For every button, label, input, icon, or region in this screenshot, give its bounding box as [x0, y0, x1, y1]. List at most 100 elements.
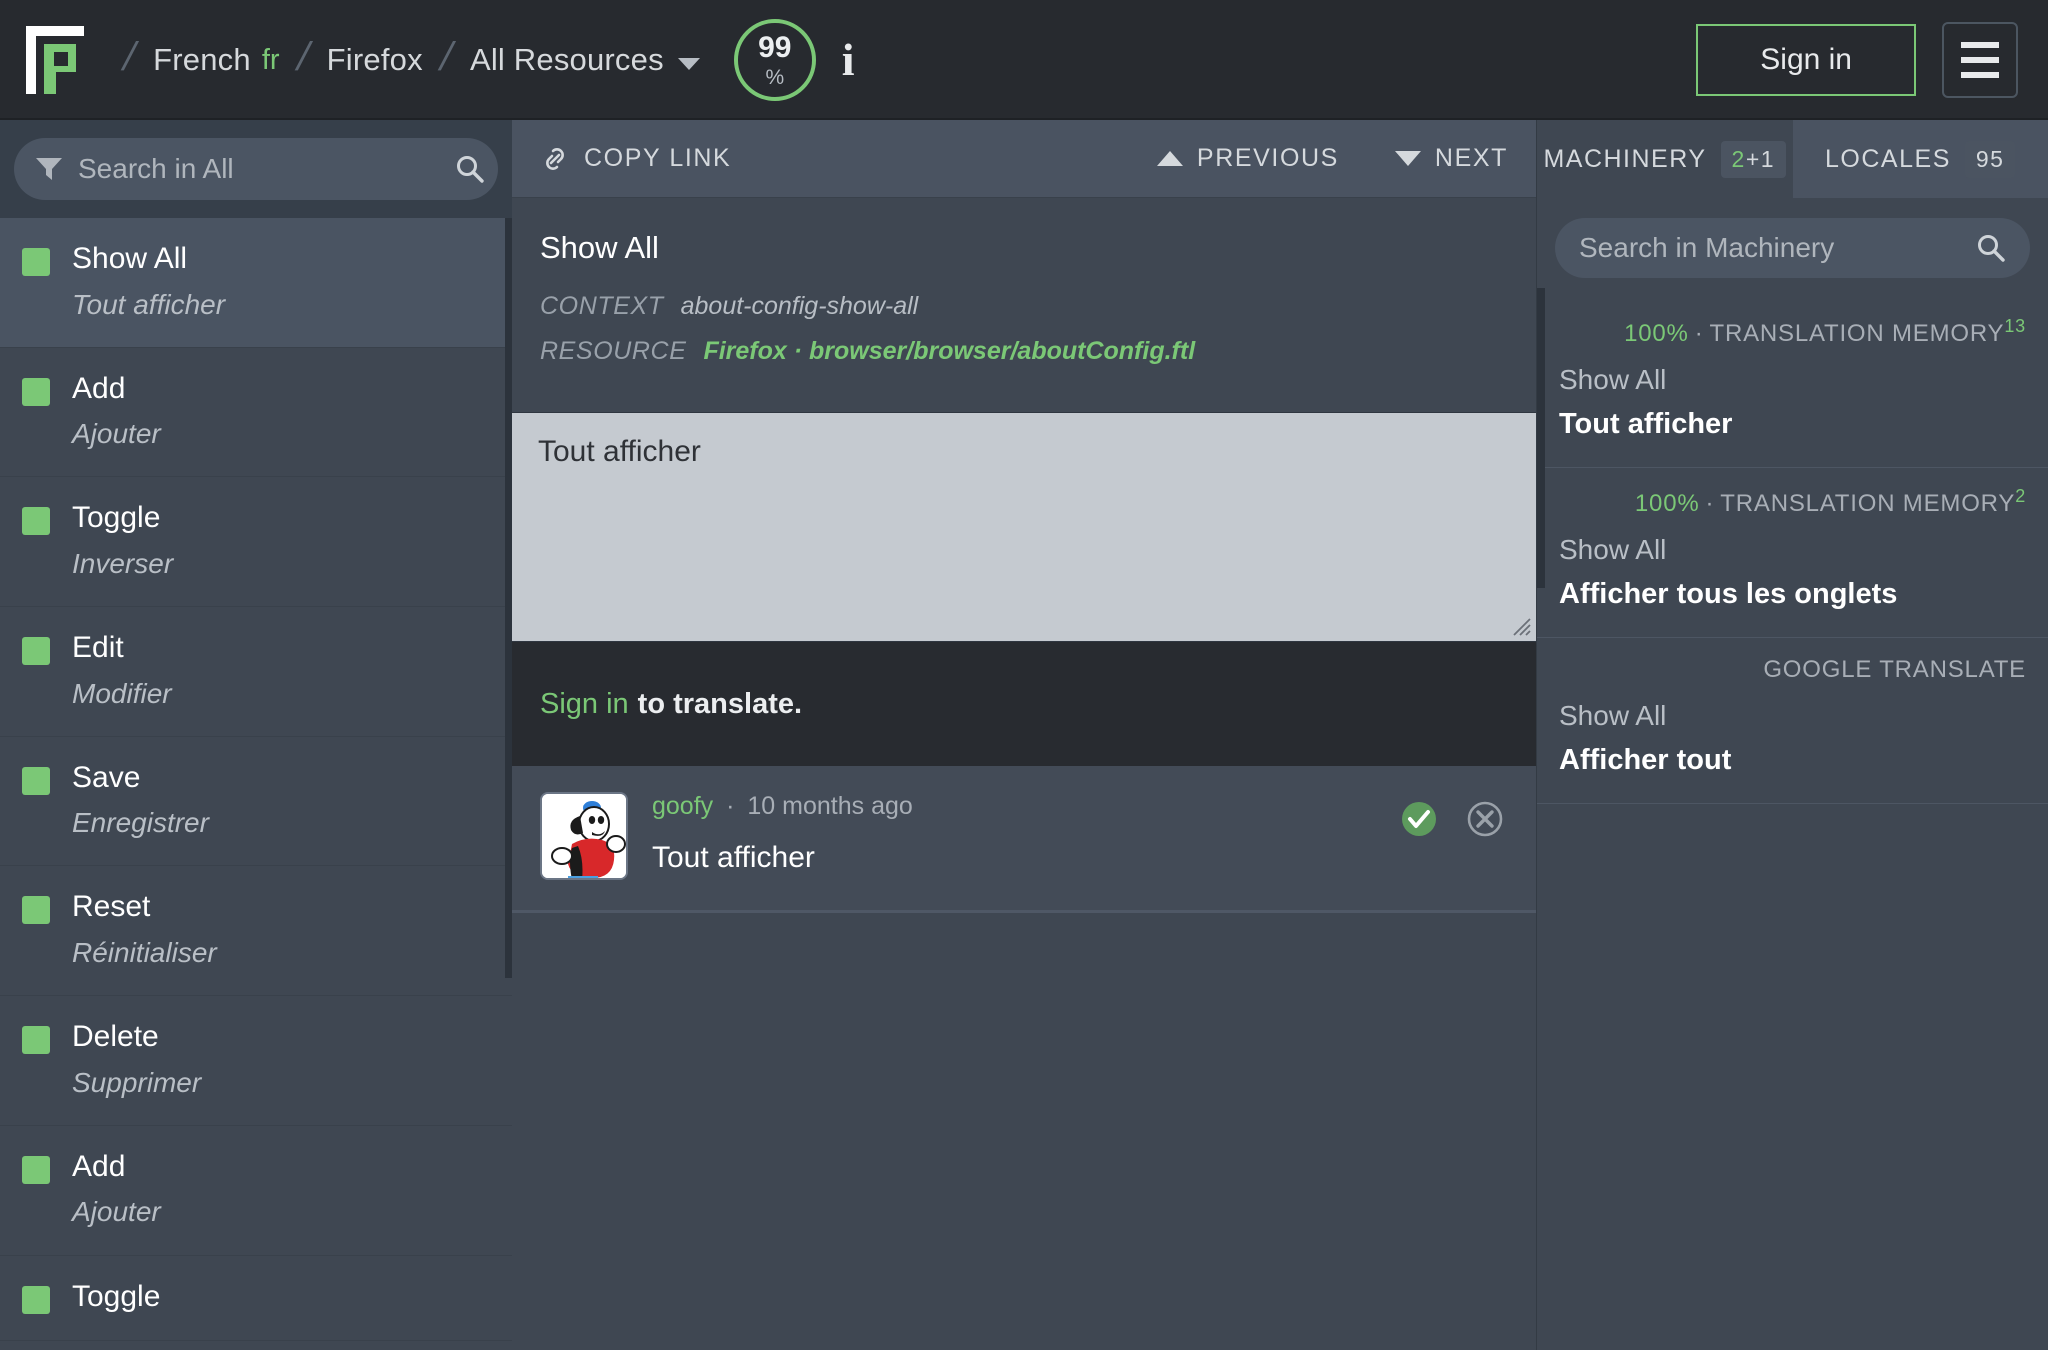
machinery-source-name: TRANSLATION MEMORY — [1709, 320, 2004, 347]
entity-list-item[interactable]: Reset Réinitialiser — [0, 866, 512, 996]
machinery-search-input[interactable] — [1579, 232, 1976, 264]
entity-source-row: Show All — [22, 242, 490, 277]
entity-list-item[interactable]: Show AllTout afficher — [0, 218, 512, 348]
entity-source-row: Edit — [22, 631, 490, 666]
status-swatch — [22, 1026, 50, 1054]
helpers-panel: MACHINERY 2+1 LOCALES 95 100%·TRANSLATIO… — [1536, 120, 2048, 1350]
entity-translation-text: Enregistrer — [72, 807, 490, 839]
entity-translation-text: Inverser — [72, 548, 490, 580]
pontoon-logo[interactable] — [22, 22, 88, 98]
next-label: NEXT — [1435, 144, 1508, 173]
breadcrumb-item-resource[interactable]: All Resources — [470, 42, 664, 78]
header-actions: Sign in — [1696, 22, 2018, 98]
status-swatch — [22, 507, 50, 535]
metadata-value-link[interactable]: Firefox · browser/browser/aboutConfig.ft… — [703, 337, 1195, 365]
next-button[interactable]: NEXT — [1395, 144, 1508, 173]
tab-locales[interactable]: LOCALES 95 — [1793, 120, 2048, 198]
progress-indicator[interactable]: 99 % — [734, 19, 816, 101]
entity-list-item[interactable]: EditModifier — [0, 607, 512, 737]
machinery-scrollbar[interactable] — [1537, 288, 1545, 588]
x-circle-icon[interactable] — [1462, 796, 1508, 842]
entity-list-item[interactable]: Toggle Inverser — [0, 477, 512, 607]
breadcrumb-item-project[interactable]: Firefox — [327, 42, 423, 78]
entity-list-item[interactable]: DeleteSupprimer — [0, 996, 512, 1126]
sign-in-button[interactable]: Sign in — [1696, 24, 1916, 96]
status-swatch — [22, 1156, 50, 1184]
entity-source-row: Save — [22, 761, 490, 796]
entity-translation-text: Réinitialiser — [72, 937, 490, 969]
sidebar-scrollbar[interactable] — [505, 218, 512, 1350]
sign-in-notice-text: to translate. — [638, 688, 802, 721]
status-swatch — [22, 248, 50, 276]
tab-locales-badge: 95 — [1965, 141, 2016, 178]
badge-highlight: 2 — [1732, 146, 1746, 172]
main-content: Show AllTout afficher Add Ajouter Toggle Inv… — [0, 120, 2048, 1350]
history-user[interactable]: goofy — [652, 792, 713, 820]
tab-machinery-label: MACHINERY — [1543, 145, 1706, 174]
info-icon[interactable]: i — [842, 37, 855, 83]
history-separator: · — [726, 792, 734, 820]
metadata-label: RESOURCE — [540, 337, 687, 365]
search-icon[interactable] — [1976, 233, 2006, 263]
sidebar-search-bar[interactable] — [14, 138, 498, 200]
search-icon[interactable] — [455, 154, 485, 184]
breadcrumb: / French fr / Firefox / All Resources — [106, 40, 700, 80]
machinery-original: Show All — [1559, 534, 2026, 566]
search-input[interactable] — [78, 153, 439, 185]
entity-translation-text: Ajouter — [72, 418, 490, 450]
translation-textarea-container[interactable] — [512, 412, 1536, 642]
hamburger-menu-icon[interactable] — [1942, 22, 2018, 98]
pontoon-logo-icon — [22, 22, 88, 98]
entity-source-text: Add — [72, 372, 125, 407]
machinery-results[interactable]: 100%·TRANSLATION MEMORY13Show AllTout af… — [1537, 298, 2048, 1350]
machinery-original: Show All — [1559, 700, 2026, 732]
copy-link-button[interactable]: COPY LINK — [540, 144, 731, 174]
history-entry[interactable]: goofy · 10 months ago Tout afficher — [512, 766, 1536, 913]
source-string: Show All — [540, 230, 1508, 266]
entity-source-text: Add — [72, 1150, 125, 1185]
progress-value: 99 — [758, 33, 791, 63]
entity-source-row: Toggle — [22, 1280, 490, 1315]
breadcrumb-item-locale[interactable]: French — [153, 42, 251, 78]
chevron-down-icon[interactable] — [678, 58, 700, 70]
scrollbar-thumb[interactable] — [505, 218, 512, 978]
machinery-search-container — [1537, 198, 2048, 298]
history-timestamp: 10 months ago — [747, 792, 912, 820]
status-swatch — [22, 767, 50, 795]
entity-list-item[interactable]: Save Enregistrer — [0, 737, 512, 867]
entity-source-row: Reset — [22, 890, 490, 925]
previous-button[interactable]: PREVIOUS — [1157, 144, 1339, 173]
sign-in-notice: Sign in to translate. — [512, 642, 1536, 766]
entity-source-row: Add — [22, 372, 490, 407]
machinery-result[interactable]: 100%·TRANSLATION MEMORY2Show AllAfficher… — [1537, 468, 2048, 638]
breadcrumb-separator: / — [293, 37, 314, 77]
sign-in-link[interactable]: Sign in — [540, 688, 629, 721]
editor-toolbar: COPY LINK PREVIOUS NEXT — [512, 120, 1536, 198]
entity-list-item[interactable]: Add Ajouter — [0, 1126, 512, 1256]
chevron-down-icon — [1395, 151, 1421, 166]
filter-icon[interactable] — [36, 158, 62, 180]
check-circle-icon[interactable] — [1396, 796, 1442, 842]
entity-source-text: Toggle — [72, 501, 160, 536]
machinery-quality: 100% — [1624, 320, 1689, 347]
entity-list-item[interactable]: Add Ajouter — [0, 348, 512, 478]
breadcrumb-locale-code: fr — [262, 44, 280, 77]
entity-list-item[interactable]: Toggle — [0, 1256, 512, 1342]
entity-list[interactable]: Show AllTout afficher Add Ajouter Toggle Inv… — [0, 218, 512, 1350]
avatar[interactable] — [540, 792, 628, 880]
translation-textarea[interactable] — [512, 413, 1536, 641]
scrollbar-thumb[interactable] — [1537, 288, 1545, 588]
editor-nav: PREVIOUS NEXT — [1157, 144, 1508, 173]
machinery-search-bar[interactable] — [1555, 218, 2030, 278]
entity-source-row: Toggle — [22, 501, 490, 536]
previous-label: PREVIOUS — [1197, 144, 1339, 173]
tab-machinery[interactable]: MACHINERY 2+1 — [1537, 120, 1793, 198]
machinery-source-name: GOOGLE TRANSLATE — [1763, 656, 2026, 683]
metadata-label: CONTEXT — [540, 292, 664, 320]
machinery-result[interactable]: 100%·TRANSLATION MEMORY13Show AllTout af… — [1537, 298, 2048, 468]
status-swatch — [22, 896, 50, 924]
machinery-result[interactable]: GOOGLE TRANSLATEShow AllAfficher tout — [1537, 638, 2048, 804]
hamburger-line — [1961, 42, 1999, 48]
entity-translation-text: Ajouter — [72, 1196, 490, 1228]
entity-source-row: Delete — [22, 1020, 490, 1055]
